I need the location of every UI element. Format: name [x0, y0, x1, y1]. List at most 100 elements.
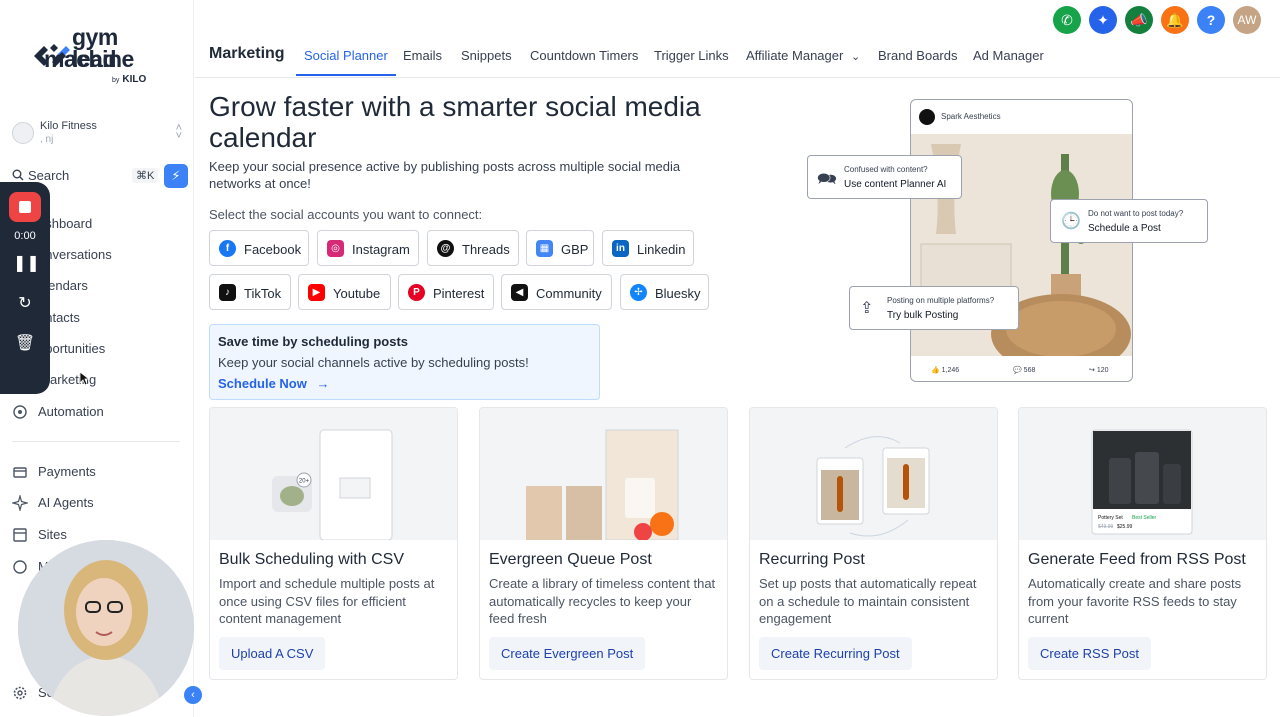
tab-affiliate-manager-label: Affiliate Manager [746, 48, 844, 63]
tooltip-bulk-posting: ⇪ Posting on multiple platforms? Try bul… [849, 286, 1019, 330]
connect-youtube-button[interactable]: ▶ Youtube [298, 274, 391, 310]
bubble-question: Posting on multiple platforms? [887, 296, 995, 305]
rss-illustration: Pottery Set Best Seller $49.99 $25.99 [1019, 408, 1266, 540]
card-recurring: Recurring Post Set up posts that automat… [749, 407, 998, 680]
chip-label: GBP [561, 242, 589, 257]
chip-label: Linkedin [637, 242, 686, 257]
connect-linkedin-button[interactable]: in Linkedin [602, 230, 694, 266]
facebook-icon: f [219, 240, 236, 257]
connect-pinterest-button[interactable]: P Pinterest [398, 274, 494, 310]
user-avatar[interactable]: AW [1233, 6, 1261, 34]
tab-snippets[interactable]: Snippets [461, 48, 512, 63]
card-title: Recurring Post [759, 551, 865, 568]
connect-bluesky-button[interactable]: ✢ Bluesky [620, 274, 709, 310]
chip-label: Pinterest [433, 286, 485, 301]
card-description: Create a library of timeless content tha… [489, 576, 716, 626]
account-switcher[interactable]: Kilo Fitness , nj ˄ ˅ [12, 118, 184, 148]
bubble-answer: Try bulk Posting [887, 310, 959, 321]
bluesky-icon: ✢ [630, 284, 647, 301]
tab-social-planner[interactable]: Social Planner [296, 48, 396, 76]
sidebar-item-automation[interactable]: Automation [12, 400, 182, 424]
mockup-engagement: 👍 1,246 💬 568 ↪ 120 [911, 362, 1132, 381]
search-label: Search [28, 168, 70, 183]
create-recurring-post-button[interactable]: Create Recurring Post [759, 637, 912, 670]
collapse-sidebar-button[interactable]: ‹ [184, 686, 202, 704]
chip-label: Community [536, 286, 602, 301]
card-bulk-csv: 20+ Bulk Scheduling with CSV Import and … [209, 407, 458, 680]
tab-trigger-links[interactable]: Trigger Links [654, 48, 729, 63]
connect-gbp-button[interactable]: ▦ GBP [526, 230, 594, 266]
sites-icon [13, 528, 27, 542]
card-title: Generate Feed from RSS Post [1028, 551, 1246, 568]
tab-emails[interactable]: Emails [403, 48, 442, 63]
app-root: gym lead machine by KILO Kilo Fitness , n… [0, 0, 1280, 717]
evergreen-illustration [480, 408, 727, 541]
chat-bot-icon: 🗪 [817, 171, 837, 188]
connect-facebook-button[interactable]: f Facebook [209, 230, 309, 266]
connect-community-button[interactable]: ◀ Community [501, 274, 612, 310]
card-title: Evergreen Queue Post [489, 551, 652, 568]
chip-label: Instagram [352, 242, 410, 257]
card-description: Set up posts that automatically repeat o… [759, 576, 977, 626]
magic-wand-icon[interactable]: ✦ [1089, 6, 1117, 34]
sidebar-divider [12, 441, 180, 442]
gym-lead-machine-logo[interactable]: gym lead machine by KILO [32, 26, 162, 88]
connect-threads-button[interactable]: @ Threads [427, 230, 519, 266]
likes-count: 👍 1,246 [931, 367, 960, 374]
chip-label: Facebook [244, 242, 302, 257]
sidebar-item-label: Payments [38, 464, 96, 479]
bubble-question: Do not want to post today? [1088, 209, 1184, 218]
svg-text:$25.99: $25.99 [1117, 524, 1133, 530]
create-rss-post-button[interactable]: Create RSS Post [1028, 637, 1151, 670]
payments-icon [13, 467, 27, 478]
bubble-answer: Use content Planner AI [844, 179, 947, 190]
bubble-question: Confused with content? [844, 165, 928, 174]
pinterest-icon: P [408, 284, 425, 301]
svg-text:$49.99: $49.99 [1098, 524, 1114, 530]
screen-recorder-toolbar: 0:00 ❚❚ ↻ 🗑 [0, 182, 50, 394]
tab-affiliate-manager[interactable]: Affiliate Manager ⌄ [746, 48, 860, 63]
account-location: , nj [40, 134, 54, 145]
card-rss: Pottery Set Best Seller $49.99 $25.99 Ge… [1018, 407, 1267, 680]
create-evergreen-post-button[interactable]: Create Evergreen Post [489, 637, 646, 670]
chip-label: TikTok [244, 286, 282, 301]
help-icon[interactable]: ? [1197, 6, 1225, 34]
logo-line-2: machine [44, 46, 134, 72]
connect-tiktok-button[interactable]: ♪ TikTok [209, 274, 291, 310]
card-evergreen: Evergreen Queue Post Create a library of… [479, 407, 728, 680]
tooltip-content-planner: 🗪 Confused with content? Use content Pla… [807, 155, 962, 199]
sidebar-item-label: AI Agents [38, 495, 94, 510]
trash-icon[interactable]: 🗑 [13, 332, 37, 356]
search-shortcut: ⌘K [132, 168, 159, 183]
sidebar-item-ai-agents[interactable]: AI Agents [12, 491, 182, 515]
mouse-cursor-icon [80, 372, 90, 386]
ai-agents-icon [12, 495, 28, 511]
phone-icon[interactable]: ✆ [1053, 6, 1081, 34]
tab-countdown-timers[interactable]: Countdown Timers [530, 48, 638, 63]
bell-icon[interactable]: 🔔 [1161, 6, 1189, 34]
top-bar: Marketing Social Planner Emails Snippets… [195, 0, 1280, 78]
stop-recording-button[interactable] [9, 192, 41, 222]
webcam-preview[interactable] [18, 540, 194, 716]
tab-brand-boards[interactable]: Brand Boards [878, 48, 958, 63]
schedule-now-link[interactable]: Schedule Now → [218, 376, 329, 391]
sidebar-item-payments[interactable]: Payments [12, 460, 182, 484]
upload-csv-button[interactable]: Upload A CSV [219, 637, 326, 670]
tip-title: Save time by scheduling posts [218, 334, 408, 349]
community-megaphone-icon: ◀ [511, 284, 528, 301]
select-accounts-label: Select the social accounts you want to c… [209, 207, 483, 222]
quick-action-bolt-icon[interactable]: ⚡ [164, 164, 188, 188]
arrow-right-icon: → [316, 376, 330, 391]
svg-text:Pottery Set: Pottery Set [1098, 515, 1123, 521]
tab-ad-manager[interactable]: Ad Manager [973, 48, 1044, 63]
search-icon [12, 169, 24, 181]
megaphone-icon[interactable]: 📣 [1125, 6, 1153, 34]
memberships-icon [13, 560, 27, 574]
pause-icon[interactable]: ❚❚ [13, 252, 40, 276]
svg-text:Best Seller: Best Seller [1132, 515, 1157, 521]
restart-icon[interactable]: ↻ [13, 292, 37, 316]
chip-label: Youtube [333, 286, 381, 301]
connect-instagram-button[interactable]: ◎ Instagram [317, 230, 419, 266]
youtube-icon: ▶ [308, 284, 325, 301]
linkedin-icon: in [612, 240, 629, 257]
